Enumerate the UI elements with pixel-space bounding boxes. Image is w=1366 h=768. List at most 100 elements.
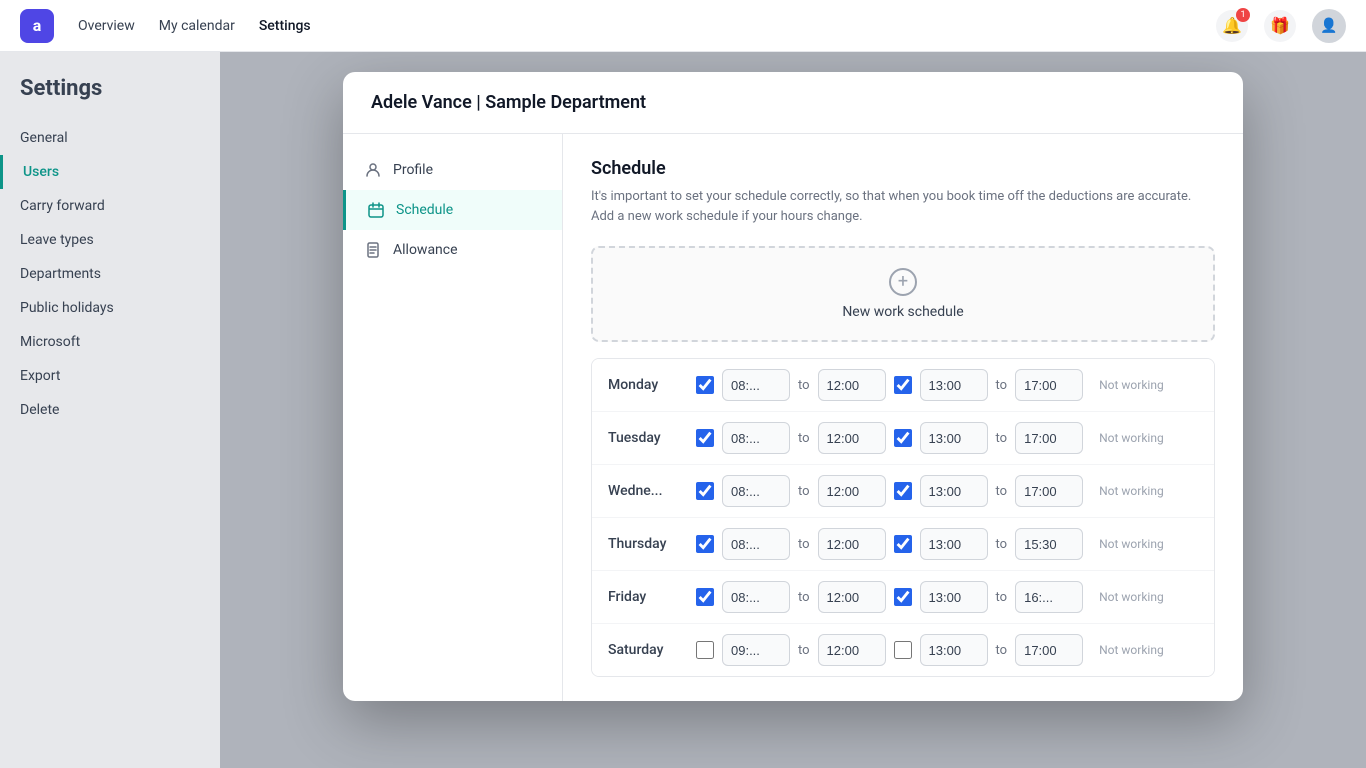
new-schedule-button[interactable]: + New work schedule bbox=[591, 246, 1215, 342]
nav-right: 🔔 1 🎁 👤 bbox=[1216, 9, 1346, 43]
tuesday-afternoon-start[interactable] bbox=[920, 422, 988, 454]
tuesday-break-end[interactable] bbox=[818, 422, 886, 454]
wednesday-break-end[interactable] bbox=[818, 475, 886, 507]
sidebar-item-departments[interactable]: Departments bbox=[0, 257, 220, 291]
schedule-row-saturday: Saturday to to Not working bbox=[592, 624, 1214, 676]
thursday-checkbox[interactable] bbox=[696, 535, 714, 553]
sidebar-item-leave-types[interactable]: Leave types bbox=[0, 223, 220, 257]
day-thursday: Thursday bbox=[608, 536, 688, 552]
app-logo: a bbox=[20, 9, 54, 43]
settings-sidebar: Settings General Users Carry forward Lea… bbox=[0, 52, 220, 768]
thursday-end-time[interactable] bbox=[1015, 528, 1083, 560]
monday-break-checkbox[interactable] bbox=[894, 376, 912, 394]
saturday-end-time[interactable] bbox=[1015, 634, 1083, 666]
user-modal: Adele Vance | Sample Department Profile bbox=[343, 72, 1243, 701]
nav-settings[interactable]: Settings bbox=[259, 18, 311, 34]
gift-icon: 🎁 bbox=[1270, 16, 1290, 35]
saturday-afternoon-start[interactable] bbox=[920, 634, 988, 666]
modal-nav-allowance[interactable]: Allowance bbox=[343, 230, 562, 270]
friday-break-end[interactable] bbox=[818, 581, 886, 613]
friday-checkbox[interactable] bbox=[696, 588, 714, 606]
day-tuesday: Tuesday bbox=[608, 430, 688, 446]
settings-title: Settings bbox=[0, 76, 220, 121]
sidebar-item-carry-forward[interactable]: Carry forward bbox=[0, 189, 220, 223]
sidebar-item-microsoft[interactable]: Microsoft bbox=[0, 325, 220, 359]
saturday-start-time[interactable] bbox=[722, 634, 790, 666]
monday-not-working: Not working bbox=[1099, 378, 1164, 392]
wednesday-afternoon-start[interactable] bbox=[920, 475, 988, 507]
saturday-break-end[interactable] bbox=[818, 634, 886, 666]
schedule-row-friday: Friday to to Not working bbox=[592, 571, 1214, 624]
schedule-row-monday: Monday to to Not working bbox=[592, 359, 1214, 412]
tuesday-to-label-1: to bbox=[798, 431, 810, 446]
modal-nav-schedule[interactable]: Schedule bbox=[343, 190, 562, 230]
monday-start-time[interactable] bbox=[722, 369, 790, 401]
saturday-checkbox[interactable] bbox=[696, 641, 714, 659]
sidebar-item-export[interactable]: Export bbox=[0, 359, 220, 393]
modal-nav-schedule-label: Schedule bbox=[396, 202, 453, 218]
nav-overview[interactable]: Overview bbox=[78, 18, 135, 34]
modal-sidebar: Profile Schedule bbox=[343, 134, 563, 701]
wednesday-to-label-1: to bbox=[798, 484, 810, 499]
friday-to-label-2: to bbox=[996, 590, 1008, 605]
thursday-break-checkbox[interactable] bbox=[894, 535, 912, 553]
document-icon bbox=[363, 240, 383, 260]
monday-checkbox[interactable] bbox=[696, 376, 714, 394]
main-content: Adele Vance | Sample Department Profile bbox=[220, 52, 1366, 768]
wednesday-break-checkbox[interactable] bbox=[894, 482, 912, 500]
modal-header: Adele Vance | Sample Department bbox=[343, 72, 1243, 134]
monday-to-label-2: to bbox=[996, 378, 1008, 393]
monday-to-label-1: to bbox=[798, 378, 810, 393]
monday-afternoon-start[interactable] bbox=[920, 369, 988, 401]
thursday-break-end[interactable] bbox=[818, 528, 886, 560]
schedule-section-desc: It's important to set your schedule corr… bbox=[591, 187, 1215, 226]
tuesday-to-label-2: to bbox=[996, 431, 1008, 446]
monday-break-end[interactable] bbox=[818, 369, 886, 401]
wednesday-checkbox[interactable] bbox=[696, 482, 714, 500]
top-navigation: a Overview My calendar Settings 🔔 1 🎁 👤 bbox=[0, 0, 1366, 52]
schedule-row-wednesday: Wedne... to to Not working bbox=[592, 465, 1214, 518]
schedule-row-tuesday: Tuesday to to Not working bbox=[592, 412, 1214, 465]
notifications-button[interactable]: 🔔 1 bbox=[1216, 10, 1248, 42]
day-friday: Friday bbox=[608, 589, 688, 605]
saturday-break-checkbox[interactable] bbox=[894, 641, 912, 659]
wednesday-not-working: Not working bbox=[1099, 484, 1164, 498]
wednesday-start-time[interactable] bbox=[722, 475, 790, 507]
thursday-to-label-1: to bbox=[798, 537, 810, 552]
sidebar-item-users[interactable]: Users bbox=[0, 155, 220, 189]
modal-body: Profile Schedule bbox=[343, 134, 1243, 701]
friday-afternoon-start[interactable] bbox=[920, 581, 988, 613]
sidebar-item-general[interactable]: General bbox=[0, 121, 220, 155]
friday-end-time[interactable] bbox=[1015, 581, 1083, 613]
plus-circle-icon: + bbox=[889, 268, 917, 296]
sidebar-item-delete[interactable]: Delete bbox=[0, 393, 220, 427]
schedule-table: Monday to to Not working bbox=[591, 358, 1215, 677]
thursday-start-time[interactable] bbox=[722, 528, 790, 560]
tuesday-start-time[interactable] bbox=[722, 422, 790, 454]
schedule-row-thursday: Thursday to to Not working bbox=[592, 518, 1214, 571]
wednesday-end-time[interactable] bbox=[1015, 475, 1083, 507]
modal-nav-allowance-label: Allowance bbox=[393, 242, 458, 258]
tuesday-checkbox[interactable] bbox=[696, 429, 714, 447]
tuesday-break-checkbox[interactable] bbox=[894, 429, 912, 447]
friday-start-time[interactable] bbox=[722, 581, 790, 613]
modal-main: Schedule It's important to set your sche… bbox=[563, 134, 1243, 701]
day-saturday: Saturday bbox=[608, 642, 688, 658]
person-icon bbox=[363, 160, 383, 180]
thursday-afternoon-start[interactable] bbox=[920, 528, 988, 560]
thursday-to-label-2: to bbox=[996, 537, 1008, 552]
user-avatar[interactable]: 👤 bbox=[1312, 9, 1346, 43]
settings-background: Settings General Users Carry forward Lea… bbox=[0, 52, 1366, 768]
schedule-section-title: Schedule bbox=[591, 158, 1215, 179]
day-wednesday: Wedne... bbox=[608, 483, 688, 499]
sidebar-item-public-holidays[interactable]: Public holidays bbox=[0, 291, 220, 325]
tuesday-end-time[interactable] bbox=[1015, 422, 1083, 454]
saturday-to-label-1: to bbox=[798, 643, 810, 658]
gift-button[interactable]: 🎁 bbox=[1264, 10, 1296, 42]
nav-mycalendar[interactable]: My calendar bbox=[159, 18, 235, 34]
friday-break-checkbox[interactable] bbox=[894, 588, 912, 606]
modal-nav-profile[interactable]: Profile bbox=[343, 150, 562, 190]
calendar-icon bbox=[366, 200, 386, 220]
tuesday-not-working: Not working bbox=[1099, 431, 1164, 445]
monday-end-time[interactable] bbox=[1015, 369, 1083, 401]
